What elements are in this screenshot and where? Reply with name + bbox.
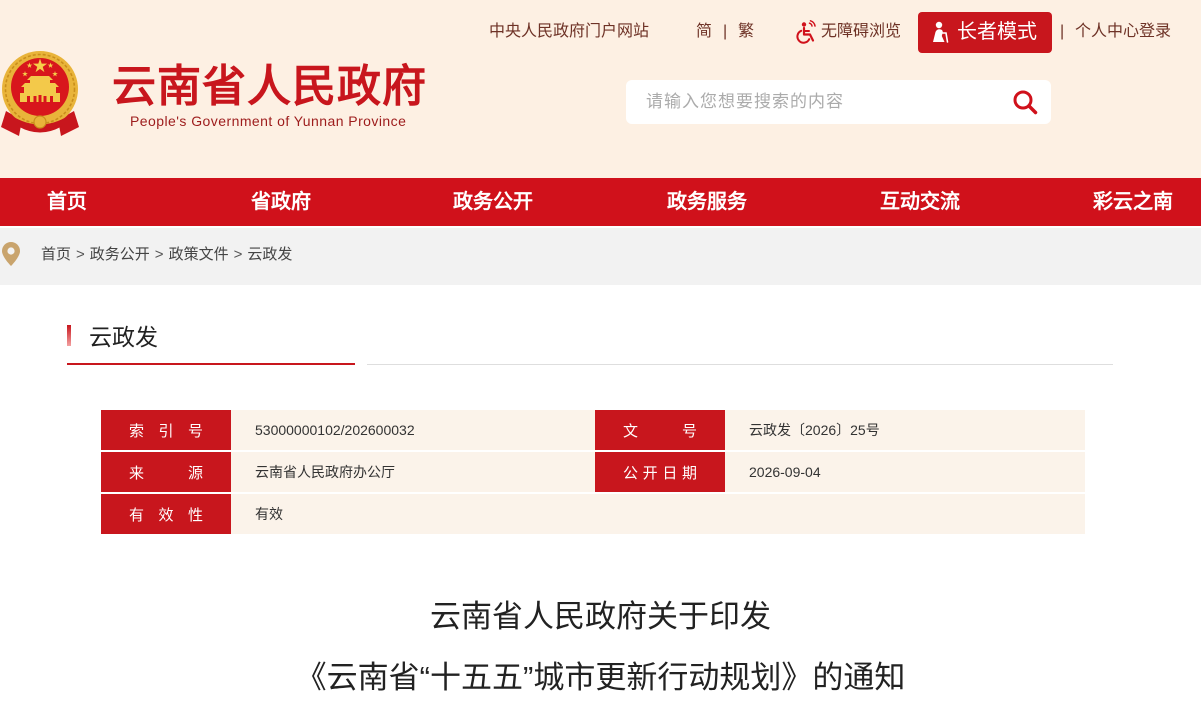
nav-item-colorful-yunnan[interactable]: 彩云之南 <box>1093 178 1173 226</box>
top-link-separator: | <box>1060 23 1065 40</box>
info-label-cell: 文 号 <box>595 410 725 450</box>
search-icon[interactable] <box>1011 88 1039 116</box>
document-number-value: 云政发〔2026〕25号 <box>725 410 1085 450</box>
info-row: 有 效 性 有效 <box>101 494 1085 534</box>
traditional-chinese-link[interactable]: 繁 <box>738 21 754 43</box>
document-info-table: 索 引 号 53000000102/202600032 文 号 云政发〔2026… <box>101 410 1085 536</box>
nav-item-government-affairs-disclosure[interactable]: 政务公开 <box>453 178 533 226</box>
breadcrumb-item-policy-documents[interactable]: 政策文件 <box>169 246 229 263</box>
simplified-chinese-link[interactable]: 简 <box>696 21 712 43</box>
location-pin-icon <box>2 242 20 266</box>
site-header: 云南省人民政府 People's Government of Yunnan Pr… <box>0 0 1201 178</box>
breadcrumb-item-current[interactable]: 云政发 <box>247 246 292 263</box>
info-label-cell: 公开日期 <box>595 452 725 492</box>
search-box <box>626 80 1051 124</box>
document-title-line-2: 《云南省“十五五”城市更新行动规划》的通知 <box>295 660 906 695</box>
document-title: 云南省人民政府关于印发 《云南省“十五五”城市更新行动规划》的通知 <box>0 586 1201 708</box>
section-title: 云政发 <box>89 324 158 350</box>
breadcrumb-item-disclosure[interactable]: 政务公开 <box>90 246 150 263</box>
nav-item-provincial-government[interactable]: 省政府 <box>251 178 311 226</box>
nav-item-interaction[interactable]: 互动交流 <box>880 178 960 226</box>
nav-item-home[interactable]: 首页 <box>47 178 87 226</box>
elder-mode-label: 长者模式 <box>957 21 1037 43</box>
info-label-cell: 索 引 号 <box>101 410 231 450</box>
source-value: 云南省人民政府办公厅 <box>231 452 595 492</box>
validity-label: 有 效 性 <box>129 506 203 524</box>
info-label-cell: 来 源 <box>101 452 231 492</box>
index-number-label: 索 引 号 <box>129 422 203 440</box>
source-label: 来 源 <box>129 464 203 482</box>
breadcrumb-separator: > <box>233 246 243 263</box>
elder-mode-button[interactable]: 长者模式 <box>918 12 1052 53</box>
publish-date-value: 2026-09-04 <box>725 452 1085 492</box>
section-title-marker <box>67 325 71 346</box>
elder-person-icon <box>930 21 950 43</box>
central-gov-link[interactable]: 中央人民政府门户网站 <box>489 21 649 43</box>
search-input[interactable] <box>626 80 1006 124</box>
info-row: 来 源 云南省人民政府办公厅 公开日期 2026-09-04 <box>101 452 1085 492</box>
section-underline <box>367 364 1113 365</box>
validity-value: 有效 <box>231 494 1085 534</box>
publish-date-label: 公开日期 <box>623 464 697 482</box>
breadcrumb-item-home[interactable]: 首页 <box>41 246 71 263</box>
section-underline-accent <box>67 363 355 365</box>
accessibility-link[interactable]: 无障碍浏览 <box>821 21 901 43</box>
top-link-separator: | <box>723 23 728 40</box>
breadcrumb: 首页 > 政务公开 > 政策文件 > 云政发 <box>0 228 1201 285</box>
document-title-line-1: 云南省人民政府关于印发 <box>430 599 771 634</box>
site-subtitle: People's Government of Yunnan Province <box>130 113 407 129</box>
breadcrumb-separator: > <box>154 246 164 263</box>
nav-item-government-services[interactable]: 政务服务 <box>667 178 747 226</box>
wheelchair-icon[interactable] <box>795 20 819 44</box>
breadcrumb-separator: > <box>76 246 85 263</box>
page: 云南省人民政府 People's Government of Yunnan Pr… <box>0 0 1201 725</box>
info-label-cell: 有 效 性 <box>101 494 231 534</box>
info-row: 索 引 号 53000000102/202600032 文 号 云政发〔2026… <box>101 410 1085 450</box>
national-emblem-icon[interactable] <box>0 47 80 137</box>
breadcrumb-trail: 首页 > 政务公开 > 政策文件 > 云政发 <box>41 245 292 265</box>
document-number-label: 文 号 <box>623 422 697 440</box>
main-nav: 首页 省政府 政务公开 政务服务 互动交流 彩云之南 <box>0 178 1201 226</box>
site-title[interactable]: 云南省人民政府 <box>112 60 427 114</box>
personal-center-login-link[interactable]: 个人中心登录 <box>1075 21 1171 43</box>
index-number-value: 53000000102/202600032 <box>231 410 595 450</box>
